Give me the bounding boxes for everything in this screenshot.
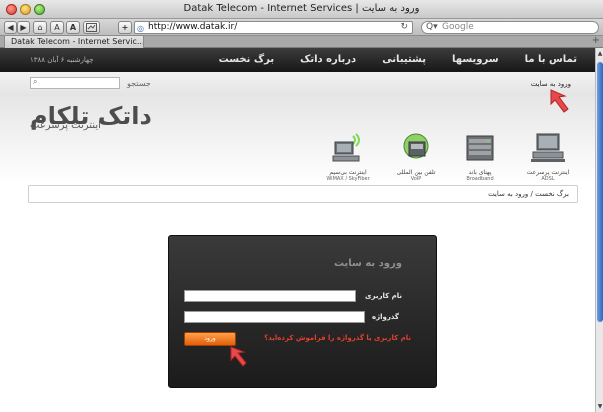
address-url: http://www.datak.ir/ (148, 22, 238, 32)
password-label: گذرواژه (371, 313, 399, 321)
service-subtitle: ADSL (541, 176, 555, 182)
search-icon: Q▾ (426, 22, 438, 32)
annotation-arrow-icon (230, 346, 247, 367)
scroll-down-icon[interactable]: ▼ (596, 403, 603, 410)
server-rack-icon (466, 135, 494, 161)
browser-toolbar: ◀ ▶ ⌂ A A + ◎ http://www.datak.ir/ ↻ Q▾ … (0, 19, 603, 36)
add-bookmark-button[interactable]: + (118, 21, 132, 34)
tab-bar: Datak Telecom - Internet Servic... + (0, 35, 603, 48)
reload-icon[interactable]: ↻ (400, 22, 408, 33)
browser-search-input[interactable]: Q▾ Google (421, 21, 599, 34)
service-subtitle: WiMAX / SkyFiber (326, 176, 370, 182)
browser-search-placeholder: Google (442, 22, 474, 32)
service-title: اینترنت پرسرعت (526, 169, 570, 176)
tab-datak[interactable]: Datak Telecom - Internet Servic... (4, 36, 144, 48)
current-date: چهارشنبه ۶ آبان ۱۳۸۸ (30, 56, 94, 64)
service-subtitle: Broadband (466, 176, 494, 182)
wireless-computer-icon (332, 133, 360, 162)
service-title: اینترنت بی‌سیم (329, 169, 367, 176)
login-form: ورود به سایت نام کاربری گذرواژه ورود نام… (168, 235, 437, 388)
page-scrollbar[interactable]: ▲ ▼ (595, 48, 603, 412)
forgot-password-link[interactable]: نام کاربری یا گذرواژه را فراموش کرده‌اید… (264, 334, 411, 342)
computer-icon (531, 133, 565, 162)
service-broadband[interactable]: پهنای باند Broadband (450, 132, 510, 182)
nav-about[interactable]: درباره داتک (300, 54, 356, 65)
password-input[interactable] (184, 311, 365, 323)
login-submit-button[interactable]: ورود (184, 332, 236, 346)
scroll-up-icon[interactable]: ▲ (596, 50, 603, 57)
site-header: داتک تلکام اینترنت پرسرعت اینترنت پرسرعت… (0, 96, 595, 184)
web-page: برگ نخست درباره داتک پشتیبانی سرویسها تم… (0, 48, 595, 412)
login-title: ورود به سایت (333, 258, 402, 269)
home-button[interactable]: ⌂ (33, 21, 47, 34)
window-title: Datak Telecom - Internet Services | ورود… (183, 3, 420, 14)
scroll-thumb[interactable] (597, 62, 603, 322)
snapback-button[interactable] (83, 21, 100, 34)
site-nav: برگ نخست درباره داتک پشتیبانی سرویسها تم… (0, 48, 595, 72)
globe-icon: ◎ (137, 24, 144, 33)
username-label: نام کاربری (365, 292, 402, 300)
login-link[interactable]: ورود به سایت (531, 80, 571, 88)
address-bar[interactable]: ◎ http://www.datak.ir/ ↻ (134, 21, 413, 34)
service-adsl[interactable]: اینترنت پرسرعت ADSL (518, 132, 578, 182)
nav-support[interactable]: پشتیبانی (382, 54, 426, 65)
logo-subtitle: اینترنت پرسرعت (30, 120, 101, 131)
service-voip[interactable]: تلفن بین المللی VoIP (386, 132, 446, 182)
new-tab-icon[interactable]: + (592, 35, 600, 46)
nav-services[interactable]: سرویسها (452, 54, 499, 65)
service-subtitle: VoIP (410, 176, 422, 182)
nav-contact[interactable]: تماس با ما (525, 54, 577, 65)
site-search-input[interactable]: ⌕ (30, 77, 120, 89)
site-search-label: جستجو (127, 79, 151, 88)
site-search-icon: ⌕ (33, 77, 38, 86)
site-nav-items: برگ نخست درباره داتک پشتیبانی سرویسها تم… (219, 54, 577, 65)
text-bigger-button[interactable]: A (66, 21, 80, 34)
forward-button[interactable]: ▶ (17, 21, 30, 34)
breadcrumb: برگ نخست / ورود به سایت (28, 185, 578, 203)
window-titlebar: Datak Telecom - Internet Services | ورود… (0, 0, 603, 19)
annotation-arrow-icon (550, 89, 569, 113)
service-title: تلفن بین المللی (396, 169, 436, 176)
text-smaller-button[interactable]: A (50, 21, 64, 34)
back-button[interactable]: ◀ (4, 21, 17, 34)
nav-home[interactable]: برگ نخست (219, 54, 274, 65)
site-search-row: ⌕ جستجو ورود به سایت (0, 72, 595, 96)
service-title: پهنای باند (468, 169, 492, 176)
username-input[interactable] (184, 290, 356, 302)
service-wimax[interactable]: اینترنت بی‌سیم WiMAX / SkyFiber (318, 132, 378, 182)
snapback-icon (86, 23, 97, 32)
voip-phone-icon (403, 133, 429, 159)
